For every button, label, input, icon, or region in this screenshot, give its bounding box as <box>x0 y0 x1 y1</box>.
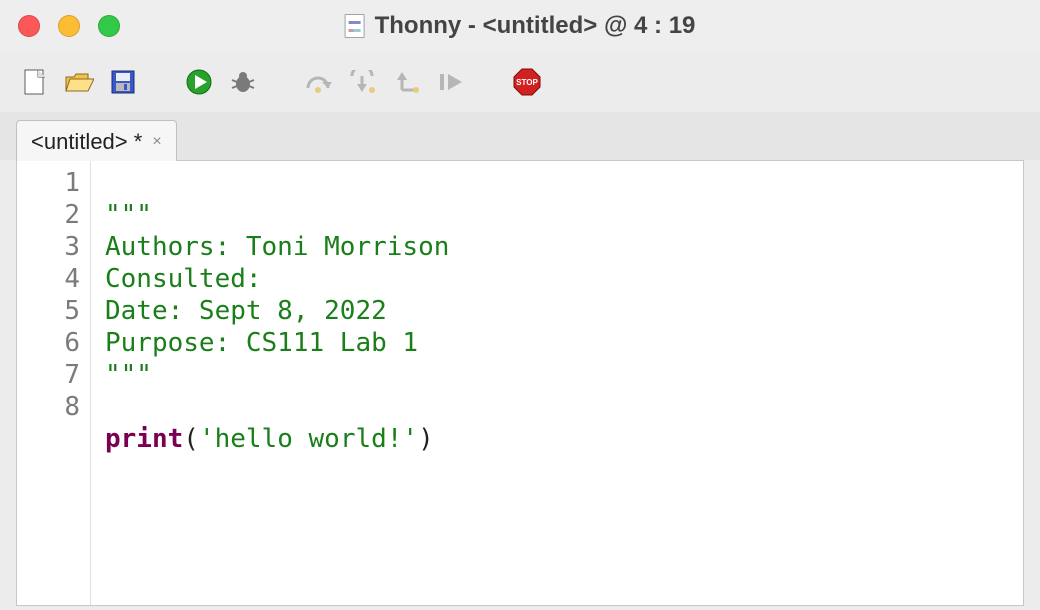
debug-icon <box>229 68 257 96</box>
code-editor[interactable]: 1 2 3 4 5 6 7 8 """ Authors: Toni Morris… <box>16 160 1024 606</box>
step-into-button[interactable] <box>346 65 380 99</box>
step-over-button[interactable] <box>302 65 336 99</box>
code-line: print('hello world!') <box>105 424 434 454</box>
step-out-button[interactable] <box>390 65 424 99</box>
editor-tab[interactable]: <untitled> * × <box>16 120 177 161</box>
resume-button[interactable] <box>434 65 468 99</box>
close-tab-icon[interactable]: × <box>152 133 161 151</box>
line-number: 1 <box>17 167 80 199</box>
open-file-button[interactable] <box>62 65 96 99</box>
line-number: 7 <box>17 359 80 391</box>
minimize-window-button[interactable] <box>58 15 80 37</box>
save-icon <box>110 69 136 95</box>
code-line: Date: Sept 8, 2022 <box>105 296 387 326</box>
toolbar: STOP <box>0 52 1040 112</box>
cursor-position: 4 : 19 <box>634 12 695 39</box>
app-name: Thonny <box>375 12 462 39</box>
line-number: 3 <box>17 231 80 263</box>
stop-button[interactable]: STOP <box>510 65 544 99</box>
code-line: """ <box>105 200 152 230</box>
line-number: 8 <box>17 391 80 423</box>
svg-text:STOP: STOP <box>516 78 538 87</box>
file-name: <untitled> <box>483 12 598 39</box>
step-over-icon <box>304 70 334 94</box>
step-out-icon <box>392 70 422 94</box>
line-number-gutter: 1 2 3 4 5 6 7 8 <box>17 161 91 605</box>
save-button[interactable] <box>106 65 140 99</box>
line-number: 6 <box>17 327 80 359</box>
code-line: """ <box>105 360 152 390</box>
document-icon <box>345 14 365 38</box>
debug-button[interactable] <box>226 65 260 99</box>
code-line: Consulted: <box>105 264 262 294</box>
line-number: 2 <box>17 199 80 231</box>
editor-tabs: <untitled> * × <box>0 112 1040 160</box>
line-number: 4 <box>17 263 80 295</box>
window-controls <box>18 15 120 37</box>
zoom-window-button[interactable] <box>98 15 120 37</box>
stop-icon: STOP <box>512 67 542 97</box>
close-window-button[interactable] <box>18 15 40 37</box>
window-title: Thonny - <untitled> @ 4 : 19 <box>345 12 696 40</box>
new-file-button[interactable] <box>18 65 52 99</box>
resume-icon <box>438 70 464 94</box>
code-line: Authors: Toni Morrison <box>105 232 449 262</box>
line-number: 5 <box>17 295 80 327</box>
code-area[interactable]: """ Authors: Toni Morrison Consulted: Da… <box>91 161 1023 605</box>
run-button[interactable] <box>182 65 216 99</box>
code-line: Purpose: CS111 Lab 1 <box>105 328 418 358</box>
titlebar: Thonny - <untitled> @ 4 : 19 <box>0 0 1040 52</box>
new-file-icon <box>22 68 48 96</box>
tab-label: <untitled> * <box>31 129 142 155</box>
open-file-icon <box>64 69 94 95</box>
run-icon <box>185 68 213 96</box>
step-into-icon <box>348 70 378 94</box>
